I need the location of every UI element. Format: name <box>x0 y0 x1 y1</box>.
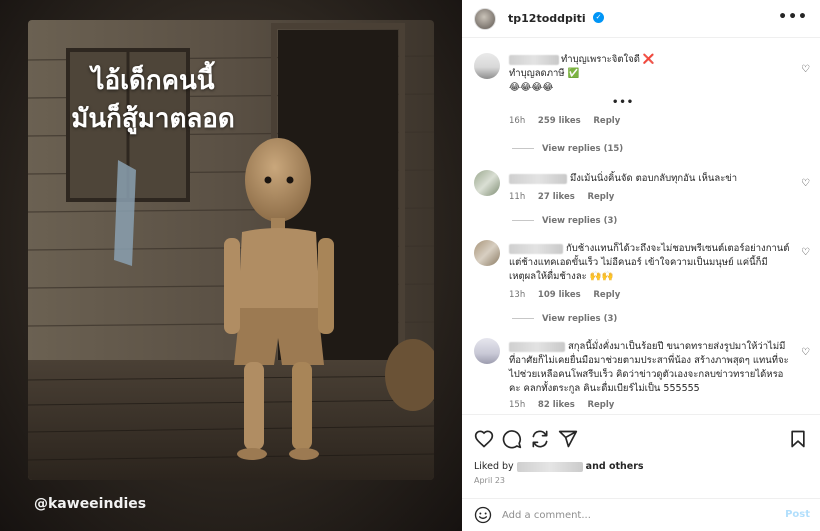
view-replies-button[interactable]: View replies (3) <box>512 314 617 324</box>
verified-badge-icon: ✓ <box>593 12 604 23</box>
post-date[interactable]: April 23 <box>474 476 505 485</box>
bookmark-icon[interactable] <box>788 429 808 449</box>
comment-text-line: แต่ช้างแทคเอดขั้นเร็ว ไม่อีคนอร์ เข้าใจค… <box>509 257 768 268</box>
more-options-icon[interactable]: ••• <box>778 9 808 25</box>
comment-text-line: ไปช่วยเหลือคนโพสรีบเร็ว คิดว่าข่าวดูตัวเ… <box>509 369 784 380</box>
comment-meta: 13h 109 likes Reply <box>509 290 620 300</box>
blurred-username[interactable] <box>509 174 567 184</box>
post-comment-button[interactable]: Post <box>785 509 810 520</box>
comment-likes[interactable]: 259 likes <box>538 116 581 126</box>
blurred-username[interactable] <box>509 55 559 65</box>
comment-text-line: มึงเม้นนิ่งคิ้นจัด ตอบกลับทุกอัน เห็นละข… <box>570 173 738 184</box>
blurred-username[interactable] <box>516 461 583 472</box>
comments-list[interactable]: ทำบุญเพราะจิตใจดี ❌ ทำบุญลดภาษี ✅ 😂😂😂😂 •… <box>462 39 820 414</box>
comment-input[interactable] <box>502 507 752 523</box>
comment-text-line: กับช้างแทนก็ได้วะถึงจะไม่ชอบพรีเซนต์เตอร… <box>566 243 790 254</box>
reply-button[interactable]: Reply <box>593 116 620 126</box>
more-text-indicator[interactable]: ••• <box>612 97 634 108</box>
comment-time: 11h <box>509 192 526 202</box>
share-icon[interactable] <box>530 429 550 449</box>
replies-divider <box>512 318 534 319</box>
liked-by-prefix: Liked by <box>474 461 514 472</box>
emoji-icon[interactable] <box>474 506 492 524</box>
view-replies-button[interactable]: View replies (3) <box>512 216 617 226</box>
comment-text-line: ที่อาศัยก็ไม่เคยยื่นมือมาช่วยตามประสาพี่… <box>509 355 789 366</box>
comment-like-heart-icon[interactable]: ♡ <box>801 347 810 358</box>
commenter-avatar[interactable] <box>474 170 500 196</box>
heart-icon[interactable] <box>474 429 494 449</box>
overlay-line-2: มันก็สู้มาตลอด <box>71 104 235 134</box>
comment-meta: 16h 259 likes Reply <box>509 116 620 126</box>
blurred-username[interactable] <box>509 342 565 352</box>
send-icon[interactable] <box>558 429 578 449</box>
comment-text-line: ทำบุญลดภาษี ✅ <box>509 68 580 79</box>
reply-button[interactable]: Reply <box>593 290 620 300</box>
comment-meta: 11h 27 likes Reply <box>509 192 614 202</box>
commenter-avatar[interactable] <box>474 53 500 79</box>
comment-like-heart-icon[interactable]: ♡ <box>801 247 810 258</box>
replies-divider <box>512 148 534 149</box>
post-sidebar: tp12toddpiti ✓ ••• ทำบุญเพราะจิตใจดี ❌ ท… <box>462 0 820 531</box>
liked-by: Liked by and others <box>474 461 644 472</box>
comment-time: 13h <box>509 290 526 300</box>
comment-likes[interactable]: 109 likes <box>538 290 581 300</box>
comment-text-line: 😂😂😂😂 <box>509 82 554 93</box>
comment-time: 15h <box>509 400 526 410</box>
comment-meta: 15h 82 likes Reply <box>509 400 614 410</box>
commenter-avatar[interactable] <box>474 240 500 266</box>
reply-button[interactable]: Reply <box>587 400 614 410</box>
blurred-username[interactable] <box>509 244 563 254</box>
comment-like-heart-icon[interactable]: ♡ <box>801 64 810 75</box>
comment-text-line: ทำบุญเพราะจิตใจดี ❌ <box>561 54 655 65</box>
replies-divider <box>512 220 534 221</box>
comment-icon[interactable] <box>502 429 522 449</box>
comment-like-heart-icon[interactable]: ♡ <box>801 178 810 189</box>
commenter-avatar[interactable] <box>474 338 500 364</box>
comment-text-line: คะ คลกทั้งตระกูล คินะดื่มเบียร์ไม่เป็น 5… <box>509 383 700 394</box>
author-avatar[interactable] <box>474 8 496 30</box>
view-replies-button[interactable]: View replies (15) <box>512 144 623 154</box>
author-username[interactable]: tp12toddpiti <box>508 12 586 25</box>
post-header: tp12toddpiti ✓ ••• <box>462 0 820 38</box>
comment-time: 16h <box>509 116 526 126</box>
comment-text-line: เหตุผลให้ดื่มช้างละ 🙌🙌 <box>509 271 614 282</box>
comment-text-line: สกุลนี้มั่งคั่งมาเป็นร้อยปี ขนาดทรายส่งร… <box>568 341 786 352</box>
post-media[interactable]: ไอ้เด็กคนนี้ มันก็สู้มาตลอด @kaweeindies <box>0 0 462 531</box>
post-action-bar <box>462 414 820 462</box>
add-comment-bar: Post <box>462 498 820 531</box>
comment-likes[interactable]: 82 likes <box>538 400 575 410</box>
overlay-line-1: ไอ้เด็กคนนี้ <box>91 66 215 96</box>
post-caption-overlay: ไอ้เด็กคนนี้ มันก็สู้มาตลอด <box>28 62 278 138</box>
comment-likes[interactable]: 27 likes <box>538 192 575 202</box>
watermark: @kaweeindies <box>34 496 147 512</box>
reply-button[interactable]: Reply <box>587 192 614 202</box>
liked-by-others-link[interactable]: and others <box>586 461 644 472</box>
